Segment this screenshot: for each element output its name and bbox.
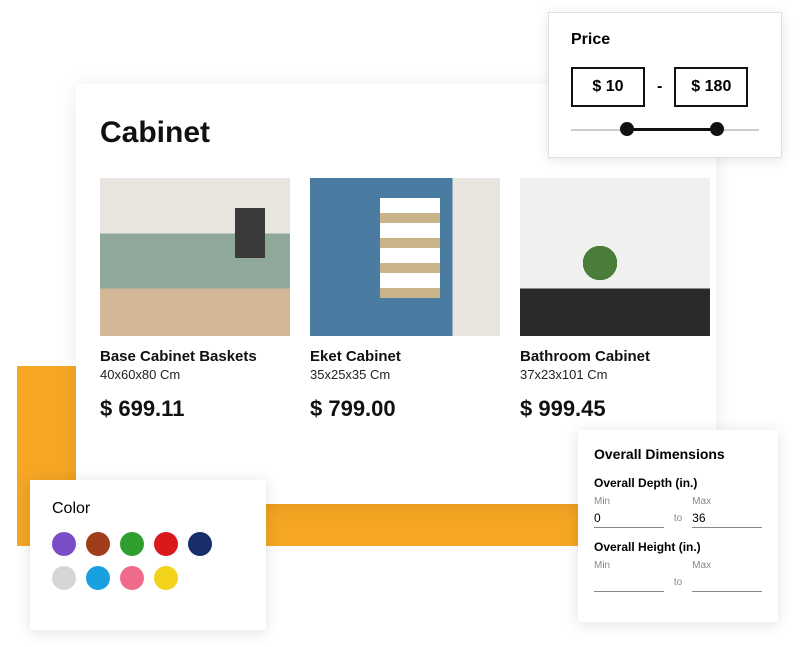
product-name: Base Cabinet Baskets [100, 348, 290, 365]
product-price: $ 999.45 [520, 396, 710, 422]
height-max-field: Max [692, 560, 762, 592]
product-price: $ 799.00 [310, 396, 500, 422]
min-label: Min [594, 496, 664, 507]
price-max-input[interactable] [674, 67, 748, 107]
color-swatch[interactable] [52, 532, 76, 556]
max-label: Max [692, 560, 762, 571]
product-image[interactable] [100, 178, 290, 336]
dimensions-filter-card: Overall Dimensions Overall Depth (in.) M… [578, 430, 778, 622]
height-min-input[interactable] [594, 573, 664, 592]
height-min-field: Min [594, 560, 664, 592]
color-filter-card: Color [30, 480, 266, 630]
price-range-dash: - [657, 78, 662, 96]
product-image[interactable] [310, 178, 500, 336]
height-label: Overall Height (in.) [594, 540, 762, 554]
color-swatch[interactable] [120, 566, 144, 590]
slider-handle-max[interactable] [710, 122, 724, 136]
price-slider[interactable] [571, 125, 759, 135]
product-card[interactable]: Base Cabinet Baskets 40x60x80 Cm $ 699.1… [100, 178, 290, 422]
product-price: $ 699.11 [100, 396, 290, 422]
height-max-input[interactable] [692, 573, 762, 592]
color-filter-title: Color [52, 500, 244, 518]
color-swatches [52, 532, 242, 590]
product-dimensions: 40x60x80 Cm [100, 367, 290, 382]
slider-handle-min[interactable] [620, 122, 634, 136]
color-swatch[interactable] [86, 532, 110, 556]
price-filter-title: Price [571, 31, 759, 49]
product-grid: Base Cabinet Baskets 40x60x80 Cm $ 699.1… [100, 178, 692, 422]
depth-max-input[interactable] [692, 509, 762, 528]
dimensions-filter-title: Overall Dimensions [594, 446, 762, 462]
to-label: to [674, 577, 682, 592]
product-image[interactable] [520, 178, 710, 336]
color-swatch[interactable] [154, 532, 178, 556]
product-name: Eket Cabinet [310, 348, 500, 365]
min-label: Min [594, 560, 664, 571]
depth-min-field: Min [594, 496, 664, 528]
depth-max-field: Max [692, 496, 762, 528]
product-card[interactable]: Bathroom Cabinet 37x23x101 Cm $ 999.45 [520, 178, 710, 422]
color-swatch[interactable] [52, 566, 76, 590]
depth-row: Min to Max [594, 496, 762, 528]
product-dimensions: 37x23x101 Cm [520, 367, 710, 382]
height-row: Min to Max [594, 560, 762, 592]
to-label: to [674, 513, 682, 528]
color-swatch[interactable] [154, 566, 178, 590]
product-dimensions: 35x25x35 Cm [310, 367, 500, 382]
price-filter-card: Price - [548, 12, 782, 158]
depth-min-input[interactable] [594, 509, 664, 528]
product-name: Bathroom Cabinet [520, 348, 710, 365]
price-inputs-row: - [571, 67, 759, 107]
color-swatch[interactable] [86, 566, 110, 590]
max-label: Max [692, 496, 762, 507]
product-card[interactable]: Eket Cabinet 35x25x35 Cm $ 799.00 [310, 178, 500, 422]
color-swatch[interactable] [120, 532, 144, 556]
color-swatch[interactable] [188, 532, 212, 556]
depth-label: Overall Depth (in.) [594, 476, 762, 490]
slider-fill [624, 128, 718, 131]
price-min-input[interactable] [571, 67, 645, 107]
